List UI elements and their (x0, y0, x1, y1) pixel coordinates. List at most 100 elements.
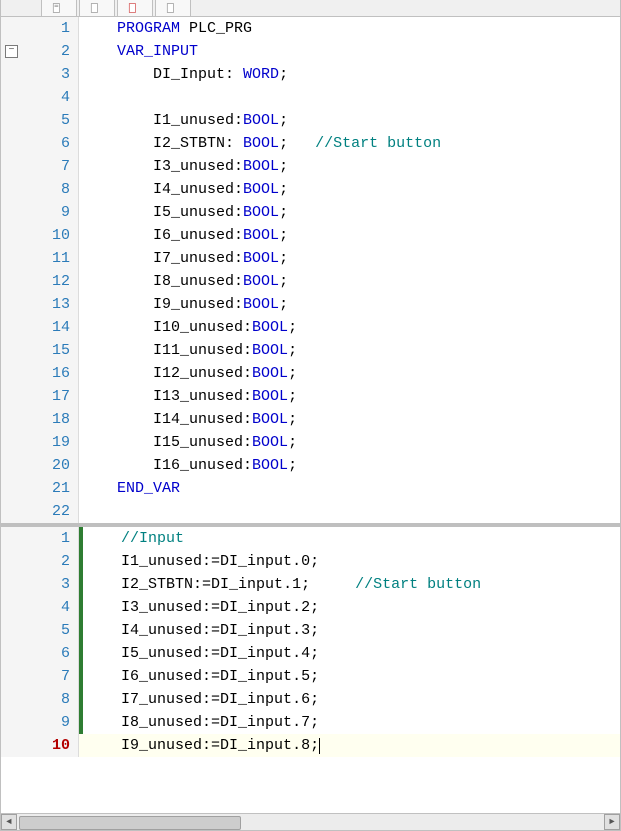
token: I3_unused (121, 596, 202, 619)
code-text[interactable] (79, 86, 620, 109)
token: 6 (301, 688, 310, 711)
code-text[interactable]: I3_unused:BOOL; (79, 155, 620, 178)
code-text[interactable]: I9_unused:BOOL; (79, 293, 620, 316)
code-line[interactable]: 11 I7_unused:BOOL; (1, 247, 620, 270)
code-line[interactable]: 3 I2_STBTN:=DI_input.1; //Start button (1, 573, 620, 596)
code-line[interactable]: 7 I6_unused:=DI_input.5; (1, 665, 620, 688)
code-text[interactable]: I2_STBTN: BOOL; //Start button (79, 132, 620, 155)
code-line[interactable]: 2 I1_unused:=DI_input.0; (1, 550, 620, 573)
code-text[interactable]: I13_unused:BOOL; (79, 385, 620, 408)
code-line[interactable]: 8 I4_unused:BOOL; (1, 178, 620, 201)
code-text[interactable]: I4_unused:BOOL; (79, 178, 620, 201)
code-text[interactable]: I9_unused:=DI_input.8; (83, 734, 620, 757)
code-text[interactable]: END_VAR (79, 477, 620, 500)
editor-tab[interactable] (155, 0, 191, 16)
code-line[interactable]: 19 I15_unused:BOOL; (1, 431, 620, 454)
token: : (243, 316, 252, 339)
token: := (202, 688, 220, 711)
token: ; (288, 339, 297, 362)
code-text[interactable]: //Input (83, 527, 620, 550)
line-number: 8 (1, 178, 79, 201)
code-line[interactable]: 21 END_VAR (1, 477, 620, 500)
scroll-right-button[interactable]: ► (604, 814, 620, 830)
code-line[interactable]: 10 I6_unused:BOOL; (1, 224, 620, 247)
code-text[interactable]: I3_unused:=DI_input.2; (83, 596, 620, 619)
code-text[interactable]: I11_unused:BOOL; (79, 339, 620, 362)
horizontal-scrollbar[interactable]: ◄ ► (1, 813, 620, 830)
code-text[interactable]: I7_unused:=DI_input.6; (83, 688, 620, 711)
code-text[interactable]: VAR_INPUT (79, 40, 620, 63)
token: DI_input (211, 573, 283, 596)
code-line[interactable]: 12 I8_unused:BOOL; (1, 270, 620, 293)
code-line[interactable]: 4 I3_unused:=DI_input.2; (1, 596, 620, 619)
code-text[interactable]: I1_unused:=DI_input.0; (83, 550, 620, 573)
editor-tab[interactable] (117, 0, 153, 16)
code-line[interactable]: 17 I13_unused:BOOL; (1, 385, 620, 408)
code-text[interactable]: I8_unused:BOOL; (79, 270, 620, 293)
code-line[interactable]: 13 I9_unused:BOOL; (1, 293, 620, 316)
code-text[interactable]: I7_unused:BOOL; (79, 247, 620, 270)
code-text[interactable]: I6_unused:=DI_input.5; (83, 665, 620, 688)
code-line[interactable]: 22 (1, 500, 620, 523)
code-line[interactable]: 9 I5_unused:BOOL; (1, 201, 620, 224)
code-line[interactable]: 2− VAR_INPUT (1, 40, 620, 63)
code-text[interactable] (79, 500, 620, 523)
code-line[interactable]: 18 I14_unused:BOOL; (1, 408, 620, 431)
editor-tab[interactable] (41, 0, 77, 16)
implementation-pane[interactable]: 1 //Input2 I1_unused:=DI_input.0;3 I2_ST… (1, 527, 620, 813)
code-text[interactable]: I1_unused:BOOL; (79, 109, 620, 132)
code-line[interactable]: 16 I12_unused:BOOL; (1, 362, 620, 385)
code-line[interactable]: 1 PROGRAM PLC_PRG (1, 17, 620, 40)
code-text[interactable]: I6_unused:BOOL; (79, 224, 620, 247)
code-line[interactable]: 6 I5_unused:=DI_input.4; (1, 642, 620, 665)
code-text[interactable]: I12_unused:BOOL; (79, 362, 620, 385)
fold-toggle[interactable]: − (5, 45, 18, 58)
code-text[interactable]: I2_STBTN:=DI_input.1; //Start button (83, 573, 620, 596)
token: ; (279, 109, 288, 132)
code-line[interactable]: 5 I1_unused:BOOL; (1, 109, 620, 132)
code-text[interactable]: I16_unused:BOOL; (79, 454, 620, 477)
token: 4 (301, 642, 310, 665)
token: DI_input (220, 550, 292, 573)
token: BOOL (252, 431, 288, 454)
declarations-pane[interactable]: 1 PROGRAM PLC_PRG2− VAR_INPUT3 DI_Input:… (1, 17, 620, 527)
code-line[interactable]: 1 //Input (1, 527, 620, 550)
code-line[interactable]: 10 I9_unused:=DI_input.8; (1, 734, 620, 757)
code-line[interactable]: 15 I11_unused:BOOL; (1, 339, 620, 362)
code-line[interactable]: 4 (1, 86, 620, 109)
line-number: 3 (1, 573, 79, 596)
scroll-left-button[interactable]: ◄ (1, 814, 17, 830)
token: //Start button (355, 573, 481, 596)
token: ; (279, 224, 288, 247)
line-number: 1 (1, 527, 79, 550)
code-line[interactable]: 7 I3_unused:BOOL; (1, 155, 620, 178)
code-line[interactable]: 3 DI_Input: WORD; (1, 63, 620, 86)
code-line[interactable]: 14 I10_unused:BOOL; (1, 316, 620, 339)
line-number: 22 (1, 500, 79, 523)
code-line[interactable]: 5 I4_unused:=DI_input.3; (1, 619, 620, 642)
code-text[interactable]: DI_Input: WORD; (79, 63, 620, 86)
token: : (243, 408, 252, 431)
code-text[interactable]: I8_unused:=DI_input.7; (83, 711, 620, 734)
code-line[interactable]: 9 I8_unused:=DI_input.7; (1, 711, 620, 734)
code-text[interactable]: I14_unused:BOOL; (79, 408, 620, 431)
line-number: 5 (1, 109, 79, 132)
editor-tab[interactable] (79, 0, 115, 16)
code-line[interactable]: 20 I16_unused:BOOL; (1, 454, 620, 477)
token: BOOL (252, 339, 288, 362)
code-text[interactable]: PROGRAM PLC_PRG (79, 17, 620, 40)
text-caret (319, 738, 320, 754)
code-text[interactable]: I5_unused:BOOL; (79, 201, 620, 224)
scroll-thumb[interactable] (19, 816, 241, 830)
code-line[interactable]: 6 I2_STBTN: BOOL; //Start button (1, 132, 620, 155)
token: : (234, 201, 243, 224)
code-text[interactable]: I10_unused:BOOL; (79, 316, 620, 339)
line-number: 19 (1, 431, 79, 454)
code-line[interactable]: 8 I7_unused:=DI_input.6; (1, 688, 620, 711)
code-text[interactable]: I5_unused:=DI_input.4; (83, 642, 620, 665)
token: : (234, 270, 243, 293)
token: := (202, 550, 220, 573)
line-number: 2 (1, 550, 79, 573)
code-text[interactable]: I15_unused:BOOL; (79, 431, 620, 454)
code-text[interactable]: I4_unused:=DI_input.3; (83, 619, 620, 642)
